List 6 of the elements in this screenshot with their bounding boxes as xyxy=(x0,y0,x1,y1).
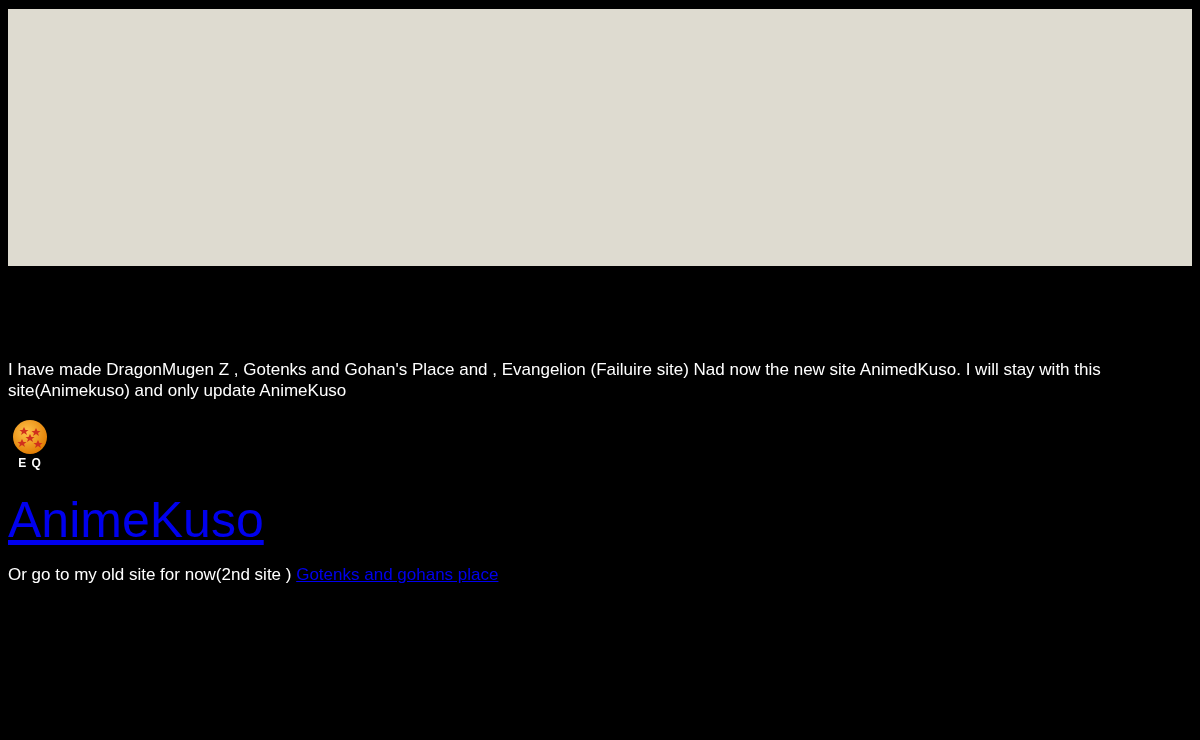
intro-paragraph: I have made DragonMugen Z , Gotenks and Gohan's Place and , Evangelion (Failuire site) Nad now the new site AnimedKuso. I will stay with this site(Animekuso) and only update AnimeKuso xyxy=(8,359,1102,401)
ball-icon xyxy=(12,419,48,455)
old-site-text: Or go to my old site for now(2nd site ) Gotenks and gohans place xyxy=(8,564,500,585)
logo-caption: E Q xyxy=(18,456,42,470)
old-site-link[interactable]: Gotenks and gohans place xyxy=(296,565,499,584)
animekuso-link[interactable]: AnimeKuso xyxy=(8,490,264,550)
